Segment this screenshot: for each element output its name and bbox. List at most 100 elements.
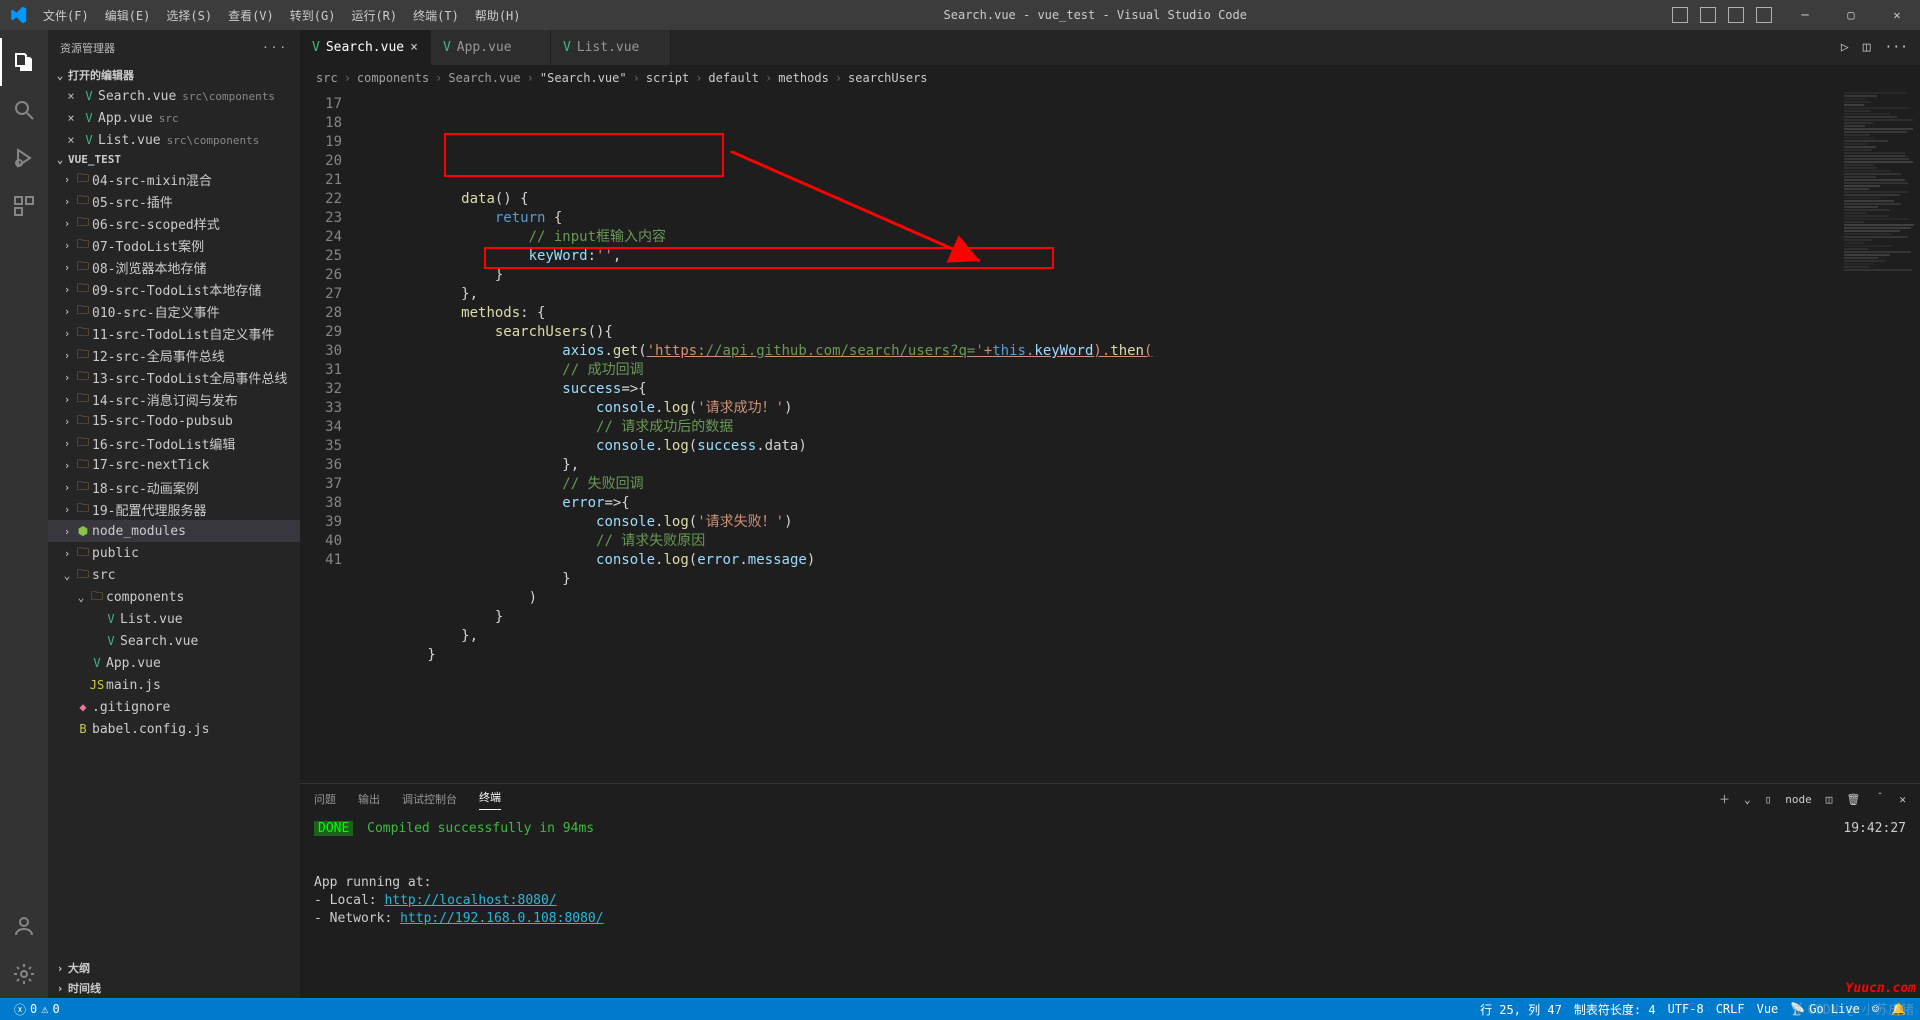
layout-bottom-icon[interactable] — [1700, 7, 1716, 23]
panel-close-icon[interactable]: ✕ — [1899, 793, 1906, 806]
run-icon[interactable]: ▷ — [1841, 40, 1849, 55]
status-feedback-icon[interactable]: ☺ — [1866, 1001, 1885, 1018]
tree-item[interactable]: ›🗀07-TodoList案例 — [48, 234, 300, 256]
tree-item[interactable]: VSearch.vue — [48, 630, 300, 652]
tree-item[interactable]: ›🗀public — [48, 542, 300, 564]
status-indent[interactable]: 制表符长度: 4 — [1568, 1001, 1662, 1018]
layout-right-icon[interactable] — [1728, 7, 1744, 23]
tree-item[interactable]: ›🗀18-src-动画案例 — [48, 476, 300, 498]
editor-tab[interactable]: VApp.vue× — [431, 30, 551, 65]
tree-item[interactable]: ›🗀06-src-scoped样式 — [48, 212, 300, 234]
status-errors[interactable]: ⓧ 0 ⚠ 0 — [8, 1001, 66, 1018]
tree-item[interactable]: ›🗀08-浏览器本地存储 — [48, 256, 300, 278]
tree-item[interactable]: ›🗀16-src-TodoList编辑 — [48, 432, 300, 454]
tree-item[interactable]: ◆.gitignore — [48, 696, 300, 718]
terminal-url-local[interactable]: http://localhost:8080/ — [384, 893, 556, 908]
tree-item[interactable]: ›🗀13-src-TodoList全局事件总线 — [48, 366, 300, 388]
minimap[interactable] — [1840, 91, 1920, 783]
outline-header[interactable]: › 大纲 — [48, 958, 300, 978]
activity-settings[interactable] — [0, 950, 48, 998]
breadcrumbs[interactable]: src›components›Search.vue›"Search.vue"›s… — [300, 65, 1920, 91]
menu-view[interactable]: 查看(V) — [220, 7, 282, 24]
tree-item[interactable]: JSmain.js — [48, 674, 300, 696]
window-minimize[interactable]: ─ — [1782, 0, 1828, 30]
menu-go[interactable]: 转到(G) — [282, 7, 344, 24]
terminal-url-network[interactable]: http://192.168.0.108:8080/ — [400, 911, 604, 926]
editor-tab[interactable]: VSearch.vue× — [300, 30, 431, 65]
tree-item[interactable]: ›🗀09-src-TodoList本地存储 — [48, 278, 300, 300]
tree-item[interactable]: ›🗀17-src-nextTick — [48, 454, 300, 476]
breadcrumb-item[interactable]: components — [357, 71, 429, 85]
close-icon[interactable]: × — [410, 40, 418, 55]
activity-debug[interactable] — [0, 134, 48, 182]
layout-custom-icon[interactable] — [1756, 7, 1772, 23]
activity-extensions[interactable] — [0, 182, 48, 230]
breadcrumb-item[interactable]: methods — [778, 71, 829, 85]
tree-item[interactable]: ›🗀19-配置代理服务器 — [48, 498, 300, 520]
breadcrumb-item[interactable]: src — [316, 71, 338, 85]
close-icon[interactable]: × — [62, 133, 80, 147]
editor-tab[interactable]: VList.vue× — [551, 30, 671, 65]
activity-explorer[interactable] — [0, 38, 48, 86]
tree-item[interactable]: Bbabel.config.js — [48, 718, 300, 740]
activity-account[interactable] — [0, 902, 48, 950]
panel-tab-problems[interactable]: 问题 — [314, 791, 336, 807]
tree-item[interactable]: ›🗀14-src-消息订阅与发布 — [48, 388, 300, 410]
status-golive[interactable]: 📡 Go Live — [1784, 1001, 1866, 1018]
panel-maximize-icon[interactable]: ＾ — [1874, 791, 1885, 807]
tree-item[interactable]: ⌄🗀components — [48, 586, 300, 608]
breadcrumb-item[interactable]: searchUsers — [848, 71, 927, 85]
terminal-new-icon[interactable]: ＋ — [1719, 791, 1730, 807]
open-editor-item[interactable]: ×VList.vuesrc\components — [48, 129, 300, 151]
explorer-more-icon[interactable]: ··· — [262, 41, 288, 54]
terminal-profile-name[interactable]: node — [1785, 793, 1812, 806]
tree-item[interactable]: ⌄🗀src — [48, 564, 300, 586]
code-editor[interactable]: 171819202122232425💡262728293031323334353… — [300, 91, 1920, 783]
window-close[interactable]: ✕ — [1874, 0, 1920, 30]
layout-left-icon[interactable] — [1672, 7, 1688, 23]
tree-item[interactable]: VList.vue — [48, 608, 300, 630]
panel-tab-terminal[interactable]: 终端 — [479, 789, 501, 810]
close-icon[interactable]: × — [62, 111, 80, 125]
menu-select[interactable]: 选择(S) — [158, 7, 220, 24]
menu-run[interactable]: 运行(R) — [343, 7, 405, 24]
status-language[interactable]: Vue — [1751, 1001, 1785, 1018]
tree-item[interactable]: VApp.vue — [48, 652, 300, 674]
project-header[interactable]: ⌄ VUE_TEST — [48, 151, 300, 168]
breadcrumb-item[interactable]: default — [708, 71, 759, 85]
terminal-profile-icon[interactable]: ▯ — [1765, 793, 1772, 806]
breadcrumb-item[interactable]: script — [646, 71, 689, 85]
menu-help[interactable]: 帮助(H) — [467, 7, 529, 24]
breadcrumb-item[interactable]: Search.vue — [448, 71, 520, 85]
tree-item[interactable]: ›⬢node_modules — [48, 520, 300, 542]
status-eol[interactable]: CRLF — [1710, 1001, 1751, 1018]
open-editor-item[interactable]: ×VApp.vuesrc — [48, 107, 300, 129]
more-icon[interactable]: ··· — [1885, 40, 1908, 55]
menu-edit[interactable]: 编辑(E) — [97, 7, 159, 24]
terminal-dropdown-icon[interactable]: ⌄ — [1744, 793, 1751, 806]
kill-terminal-icon[interactable]: 🗑 — [1846, 793, 1860, 806]
tree-item[interactable]: ›🗀04-src-mixin混合 — [48, 168, 300, 190]
open-editor-item[interactable]: ×VSearch.vuesrc\components — [48, 85, 300, 107]
tree-item[interactable]: ›🗀12-src-全局事件总线 — [48, 344, 300, 366]
window-maximize[interactable]: ▢ — [1828, 0, 1874, 30]
panel-tab-output[interactable]: 输出 — [358, 791, 380, 807]
menu-terminal[interactable]: 终端(T) — [405, 7, 467, 24]
menu-file[interactable]: 文件(F) — [35, 7, 97, 24]
tree-item[interactable]: ›🗀11-src-TodoList自定义事件 — [48, 322, 300, 344]
panel-tab-debug[interactable]: 调试控制台 — [402, 791, 457, 807]
tree-item[interactable]: ›🗀05-src-插件 — [48, 190, 300, 212]
terminal[interactable]: 19:42:27 DONE Compiled successfully in 9… — [300, 814, 1920, 998]
close-icon[interactable]: × — [62, 89, 80, 103]
status-encoding[interactable]: UTF-8 — [1662, 1001, 1710, 1018]
status-line-col[interactable]: 行 25, 列 47 — [1474, 1001, 1568, 1018]
tree-item[interactable]: ›🗀15-src-Todo-pubsub — [48, 410, 300, 432]
breadcrumb-item[interactable]: "Search.vue" — [540, 71, 627, 85]
split-terminal-icon[interactable]: ◫ — [1826, 793, 1833, 806]
timeline-header[interactable]: › 时间线 — [48, 978, 300, 998]
tree-item[interactable]: ›🗀010-src-自定义事件 — [48, 300, 300, 322]
status-bell-icon[interactable]: 🔔 — [1885, 1001, 1912, 1018]
open-editors-header[interactable]: ⌄ 打开的编辑器 — [48, 65, 300, 85]
activity-search[interactable] — [0, 86, 48, 134]
split-editor-icon[interactable]: ◫ — [1863, 40, 1871, 55]
